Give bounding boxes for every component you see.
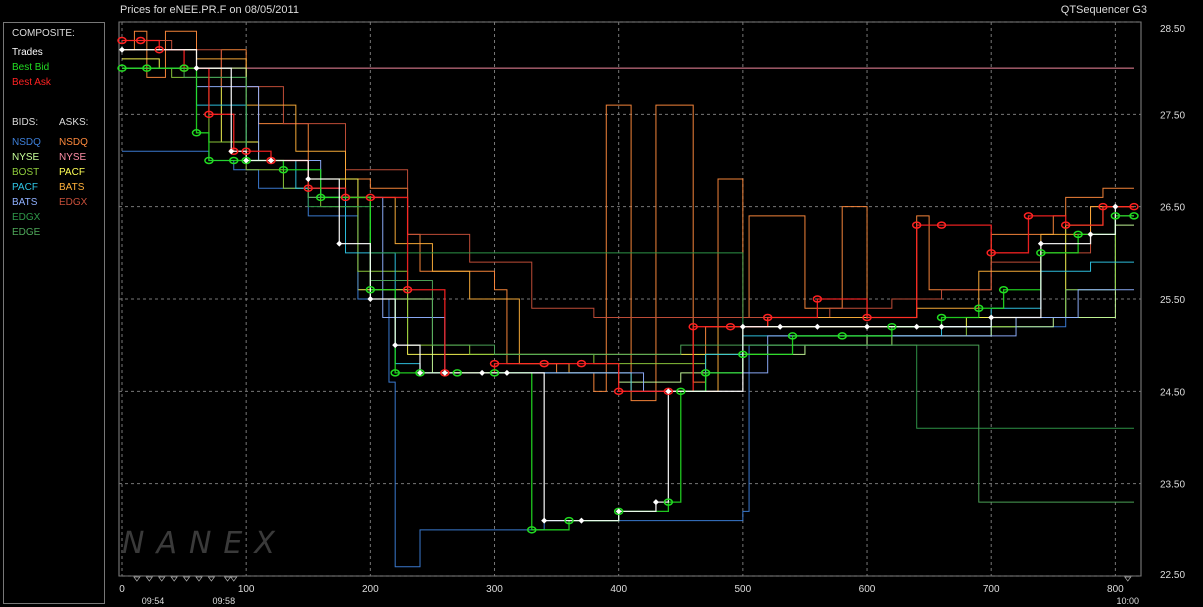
x-axis: 0 100 200 300 400 500 600 700 800 09:54 09:58 10:00 [119,576,1140,606]
trade-marker [479,369,486,376]
trade-marker [913,323,920,330]
time-marker [158,576,166,582]
time-label: 10:00 [1117,596,1140,606]
trade-marker [503,369,510,376]
trade-marker [578,517,585,524]
series-line-bid-pacf [122,67,1134,392]
y-tick-label: 24.50 [1160,387,1185,398]
x-tick-label: 200 [362,584,379,595]
time-marker [195,576,203,582]
series-markers [117,36,1139,534]
series-line-ask-edgx [122,39,1134,318]
trade-marker [367,296,374,302]
trade-marker [541,517,548,524]
time-marker [1124,576,1132,582]
series-line-bid-edgx [122,67,1134,429]
y-tick-label: 25.50 [1160,295,1185,306]
trade-marker [193,65,200,72]
trade-marker [777,323,784,330]
trade-marker [392,342,399,349]
trade-marker [739,323,746,330]
trade-marker [119,46,125,53]
x-tick-label: 800 [1107,584,1124,595]
y-tick-label: 27.50 [1160,110,1185,121]
time-marker [223,576,232,582]
trade-marker [1112,203,1119,210]
y-tick-label: 26.50 [1160,203,1185,214]
trade-marker [988,314,995,321]
x-tick-label: 700 [983,584,1000,595]
series-line-bid-nsdq [122,150,1134,568]
x-tick-label: 600 [859,584,876,595]
y-tick-label: 23.50 [1160,480,1185,491]
time-marker [230,576,238,582]
series-line-ask-bats [122,49,1134,392]
series-line-composite-best-ask [122,39,1134,392]
time-marker [182,576,191,582]
y-axis: 28.50 27.50 26.50 25.50 24.50 23.50 22.50 [1160,24,1185,581]
trade-marker [1087,231,1094,238]
y-tick-label: 22.50 [1160,570,1185,581]
trade-marker [1037,240,1044,247]
y-tick-label: 28.50 [1160,24,1185,35]
series-line-bid-edge [122,67,1134,503]
time-label: 09:54 [142,596,165,606]
x-tick-label: 400 [610,584,627,595]
trade-marker [652,499,659,506]
trade-marker [814,323,821,330]
trade-marker [938,323,945,330]
x-tick-label: 0 [119,584,125,595]
series-lines [122,30,1134,568]
trade-marker [336,240,343,247]
price-chart: NANEX 28.50 27.50 26.50 25.50 24.50 23.50 22.5… [117,21,1185,606]
time-marker [207,576,216,582]
series-line-bid-bats [122,67,1134,392]
x-tick-label: 500 [735,584,752,595]
trade-marker [305,175,312,182]
x-tick-label: 100 [238,584,255,595]
time-marker [145,576,154,582]
series-line-bid-bost [122,67,1134,365]
time-marker [133,576,141,582]
x-tick-label: 300 [486,584,503,595]
trade-marker [864,323,871,330]
time-marker [170,576,178,582]
series-line-composite-best-bid [122,67,1134,531]
watermark-text: NANEX [122,526,287,561]
time-label: 09:58 [213,596,236,606]
